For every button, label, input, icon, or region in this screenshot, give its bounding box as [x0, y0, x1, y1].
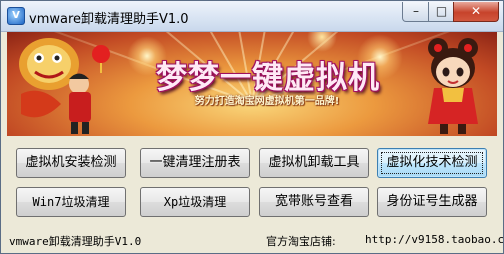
right-character-illustration	[428, 38, 478, 134]
xp-junk-clean-button[interactable]: Xp垃圾清理	[140, 187, 250, 217]
clean-registry-button[interactable]: 一键清理注册表	[140, 148, 250, 178]
banner-subtitle: 努力打造淘宝网虚拟机第一品牌!	[194, 96, 340, 107]
broadband-account-button[interactable]: 宽带账号查看	[259, 187, 369, 217]
vm-uninstall-tool-button[interactable]: 虚拟机卸载工具	[259, 148, 369, 178]
banner-image: 梦梦一键虚拟机 努力打造淘宝网虚拟机第一品牌!	[7, 32, 497, 136]
banner-title: 梦梦一键虚拟机	[156, 60, 380, 96]
maximize-button[interactable]: □	[428, 2, 455, 22]
id-number-generator-button[interactable]: 身份证号生成器	[377, 187, 487, 217]
minimize-button[interactable]: –	[402, 2, 430, 22]
win7-junk-clean-button[interactable]: Win7垃圾清理	[16, 187, 126, 217]
app-icon[interactable]: V	[7, 7, 25, 25]
close-button[interactable]: ✕	[453, 2, 499, 22]
left-character-illustration	[19, 38, 110, 134]
status-app-name: vmware卸载清理助手V1.0	[9, 235, 142, 248]
shop-link[interactable]: http://v9158.taobao.com	[365, 233, 503, 246]
title-bar[interactable]: V vmware卸载清理助手V1.0 – □ ✕	[1, 1, 503, 32]
status-shop-label: 官方淘宝店铺:	[266, 235, 336, 248]
virtualization-check-button[interactable]: 虚拟化技术检测	[377, 148, 487, 178]
main-window: V vmware卸载清理助手V1.0 – □ ✕ 梦梦一键虚拟机 努力打造淘宝网…	[0, 0, 504, 254]
vm-install-check-button[interactable]: 虚拟机安装检测	[16, 148, 126, 178]
window-title: vmware卸载清理助手V1.0	[29, 12, 189, 27]
firework-decoration	[307, 32, 337, 52]
